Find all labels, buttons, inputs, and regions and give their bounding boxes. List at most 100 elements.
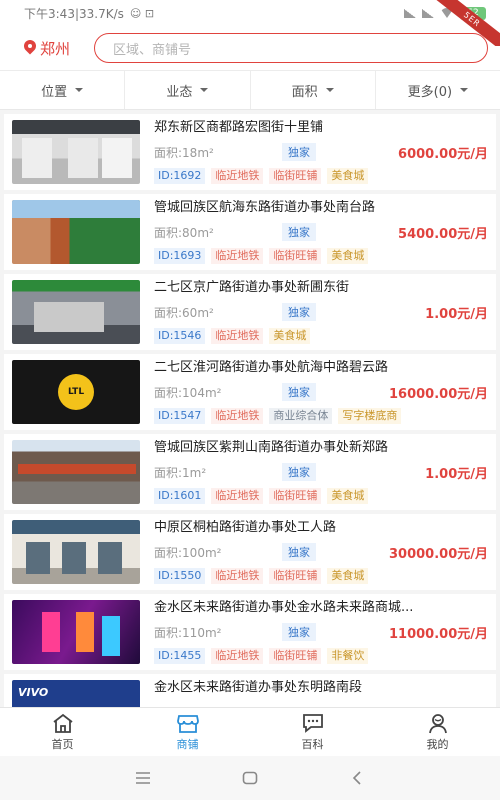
signal-icon: [404, 8, 416, 18]
listing-photo: [12, 200, 140, 264]
home-icon: [52, 713, 73, 733]
tag: 临近地铁: [211, 248, 264, 264]
listing-card[interactable]: LTL 二七区淮河路街道办事处航海中路碧云路 面积:104m² 独家 16000.0…: [4, 354, 496, 430]
listing-tags: ID:1547 临近地铁 商业综合体 写字楼底商: [154, 408, 488, 424]
back-chevron-icon: [352, 771, 361, 785]
tag: 临街旺铺: [269, 568, 322, 584]
listing-meta: 面积:18m² 独家 6000.00元/月: [154, 143, 488, 162]
listing-meta: 面积:80m² 独家 5400.00元/月: [154, 223, 488, 242]
city-label: 郑州: [40, 39, 71, 58]
tab-wiki[interactable]: 百科: [250, 708, 375, 756]
listing-meta: 面积:104m² 独家 16000.00元/月: [154, 383, 488, 402]
listing-meta: 面积:110m² 独家 11000.00元/月: [154, 623, 488, 642]
listing-meta: 面积:1m² 独家 1.00元/月: [154, 463, 488, 482]
listing-card[interactable]: 金水区未来路街道办事处金水路未来路商城... 面积:110m² 独家 11000.0…: [4, 594, 496, 670]
listing-tags: ID:1692 临近地铁 临街旺铺 美食城: [154, 168, 488, 184]
search-placeholder: 区域、商铺号: [113, 42, 192, 58]
listing-photo: LTL: [12, 360, 140, 424]
listing-tags: ID:1601 临近地铁 临街旺铺 美食城: [154, 488, 488, 504]
listing-price: 6000.00元/月: [398, 146, 488, 162]
listing-card[interactable]: 管城回族区紫荆山南路街道办事处新郑路 面积:1m² 独家 1.00元/月 ID:16…: [4, 434, 496, 510]
caret-down-icon: [460, 88, 469, 92]
tab-label: 我的: [426, 738, 449, 751]
listing-photo: [12, 520, 140, 584]
caret-down-icon: [200, 88, 209, 92]
tab-bar: 首页 商铺 百科 我的: [0, 707, 500, 756]
filter-bar: 位置 业态 面积 更多(0): [0, 70, 500, 110]
search-header: 郑州 区域、商铺号: [0, 26, 500, 70]
listing-price: 11000.00元/月: [388, 626, 488, 642]
tab-home[interactable]: 首页: [0, 708, 125, 756]
tab-stores[interactable]: 商铺: [125, 708, 250, 756]
listing-area: 面积:18m²: [154, 145, 214, 160]
listing-meta: 面积:100m² 独家 30000.00元/月: [154, 543, 488, 562]
city-selector[interactable]: 郑州: [24, 38, 94, 59]
listing-title: 管城回族区航海东路街道办事处南台路: [154, 200, 376, 215]
listing-id: ID:1547: [154, 408, 206, 424]
listing-card[interactable]: 管城回族区航海东路街道办事处南台路 面积:80m² 独家 5400.00元/月 ID…: [4, 194, 496, 270]
tag: 临近地铁: [211, 568, 264, 584]
notification-icon: ☺ ⊡: [129, 6, 155, 20]
battery-icon: 62: [460, 6, 486, 20]
exclusive-badge: 独家: [282, 383, 316, 401]
tab-mine[interactable]: 我的: [375, 708, 500, 756]
listing-tags: ID:1693 临近地铁 临街旺铺 美食城: [154, 248, 488, 264]
status-left: 下午3:43|33.7K/s ☺ ⊡: [24, 5, 154, 22]
listing-area: 面积:80m²: [154, 225, 214, 240]
listing-info: 金水区未来路街道办事处金水路未来路商城... 面积:110m² 独家 11000.0…: [140, 600, 488, 664]
filter-business-type[interactable]: 业态: [125, 71, 251, 109]
listing-price: 1.00元/月: [425, 306, 488, 322]
exclusive-badge: 独家: [282, 223, 316, 241]
listing-card[interactable]: VIVO 金水区未来路街道办事处东明路南段: [4, 674, 496, 707]
listing-info: 管城回族区航海东路街道办事处南台路 面积:80m² 独家 5400.00元/月 ID…: [140, 200, 488, 264]
tag: 美食城: [327, 488, 369, 504]
tag: 临近地铁: [211, 488, 264, 504]
wifi-icon: [440, 8, 454, 18]
listing-photo: [12, 280, 140, 344]
listing-price: 5400.00元/月: [398, 226, 488, 242]
tag: 临近地铁: [211, 408, 264, 424]
listing-info: 金水区未来路街道办事处东明路南段: [140, 680, 488, 707]
tag: 写字楼底商: [338, 408, 402, 424]
listing-photo: [12, 440, 140, 504]
status-right: 62: [404, 6, 486, 20]
listing-area: 面积:1m²: [154, 465, 207, 480]
status-bar: 下午3:43|33.7K/s ☺ ⊡ 62 5ER: [0, 0, 500, 46]
listing-area: 面积:110m²: [154, 625, 222, 640]
filter-location[interactable]: 位置: [0, 71, 126, 109]
location-pin-icon: [24, 40, 36, 56]
menu-button[interactable]: [133, 768, 153, 788]
back-button[interactable]: [347, 768, 367, 788]
listing-price: 16000.00元/月: [388, 386, 488, 402]
filter-area[interactable]: 面积: [251, 71, 376, 109]
signal-icon-2: [422, 8, 434, 18]
listing-id: ID:1692: [154, 168, 206, 184]
square-icon: [242, 771, 258, 785]
vivo-logo: VIVO: [18, 686, 49, 699]
filter-more[interactable]: 更多(0): [376, 71, 500, 109]
tag: 临近地铁: [211, 168, 264, 184]
caret-down-icon: [325, 88, 334, 92]
listing-tags: ID:1550 临近地铁 临街旺铺 美食城: [154, 568, 488, 584]
chat-icon: [302, 714, 323, 733]
listing-card[interactable]: 二七区京广路街道办事处新圃东街 面积:60m² 独家 1.00元/月 ID:1546…: [4, 274, 496, 350]
status-time-speed: 下午3:43|33.7K/s: [24, 6, 124, 21]
search-input[interactable]: 区域、商铺号: [94, 33, 488, 63]
tag: 美食城: [327, 248, 369, 264]
tab-label: 百科: [301, 738, 324, 751]
listing-card[interactable]: 郑东新区商都路宏图街十里铺 面积:18m² 独家 6000.00元/月 ID:169…: [4, 114, 496, 190]
system-nav-bar: [0, 756, 500, 800]
exclusive-badge: 独家: [282, 303, 316, 321]
listing-title: 金水区未来路街道办事处东明路南段: [154, 680, 363, 695]
home-button[interactable]: [240, 768, 260, 788]
listing-area: 面积:60m²: [154, 305, 214, 320]
filter-label: 面积: [291, 84, 318, 100]
tab-label: 首页: [51, 738, 74, 751]
exclusive-badge: 独家: [282, 143, 316, 161]
tag: 临街旺铺: [269, 488, 322, 504]
listing-list[interactable]: 郑东新区商都路宏图街十里铺 面积:18m² 独家 6000.00元/月 ID:169…: [0, 110, 500, 707]
tag: 美食城: [327, 168, 369, 184]
listing-card[interactable]: 中原区桐柏路街道办事处工人路 面积:100m² 独家 30000.00元/月 ID:…: [4, 514, 496, 590]
tag: 临街旺铺: [269, 648, 322, 664]
listing-area: 面积:104m²: [154, 385, 222, 400]
